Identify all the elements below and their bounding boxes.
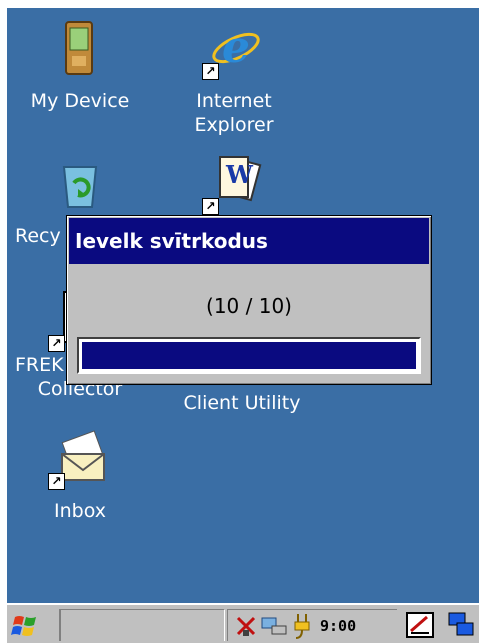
system-tray: 9:00	[227, 609, 397, 641]
inbox-label: Inbox	[54, 500, 106, 522]
desktop-switch-icon[interactable]	[447, 611, 475, 639]
recycle-bin-icon	[48, 153, 112, 217]
network-disconnected-icon[interactable]	[234, 614, 258, 638]
input-panel-icon[interactable]	[405, 611, 435, 639]
taskbar: 9:00	[7, 603, 479, 643]
word-document-shortcut[interactable]: W ↗	[164, 153, 304, 217]
windows-flag-icon	[11, 616, 36, 636]
internet-explorer-label-line1: Internet	[196, 90, 272, 112]
progress-count-text: (10 / 10)	[206, 294, 292, 318]
internet-explorer-label-line2: Explorer	[194, 114, 274, 136]
my-device-icon	[48, 18, 112, 82]
progress-bar	[77, 337, 421, 374]
clock[interactable]: 9:00	[320, 610, 356, 642]
network-connection-icon[interactable]	[260, 614, 288, 638]
word-document-icon: W ↗	[202, 153, 266, 217]
my-device-label: My Device	[30, 90, 130, 112]
desktop: My Device e ↗ Internet Explorer Recy W ↗…	[7, 8, 479, 603]
internet-explorer-icon: e ↗	[202, 18, 266, 82]
my-device-shortcut[interactable]: My Device	[10, 18, 150, 114]
internet-explorer-shortcut[interactable]: e ↗ Internet Explorer	[164, 18, 304, 138]
inbox-shortcut[interactable]: ↗ Inbox	[10, 428, 150, 524]
start-button[interactable]	[9, 609, 43, 641]
shortcut-arrow-icon: ↗	[48, 473, 65, 490]
inbox-envelope-icon: ↗	[48, 428, 112, 492]
power-plug-icon[interactable]	[292, 612, 314, 640]
shortcut-arrow-icon: ↗	[202, 198, 219, 215]
svg-text:e: e	[222, 22, 250, 73]
svg-text:W: W	[225, 160, 254, 189]
client-utility-label: Client Utility	[183, 392, 301, 414]
progress-dialog: Ievelk svītrkodus (10 / 10)	[66, 215, 432, 385]
shortcut-arrow-icon: ↗	[48, 335, 65, 352]
taskbar-task-area[interactable]	[59, 609, 225, 641]
progress-bar-fill	[82, 342, 416, 369]
dialog-title: Ievelk svītrkodus	[69, 218, 429, 264]
client-utility-shortcut[interactable]: Client Utility	[172, 384, 312, 416]
shortcut-arrow-icon: ↗	[202, 63, 219, 80]
screen: My Device e ↗ Internet Explorer Recy W ↗…	[7, 8, 479, 643]
